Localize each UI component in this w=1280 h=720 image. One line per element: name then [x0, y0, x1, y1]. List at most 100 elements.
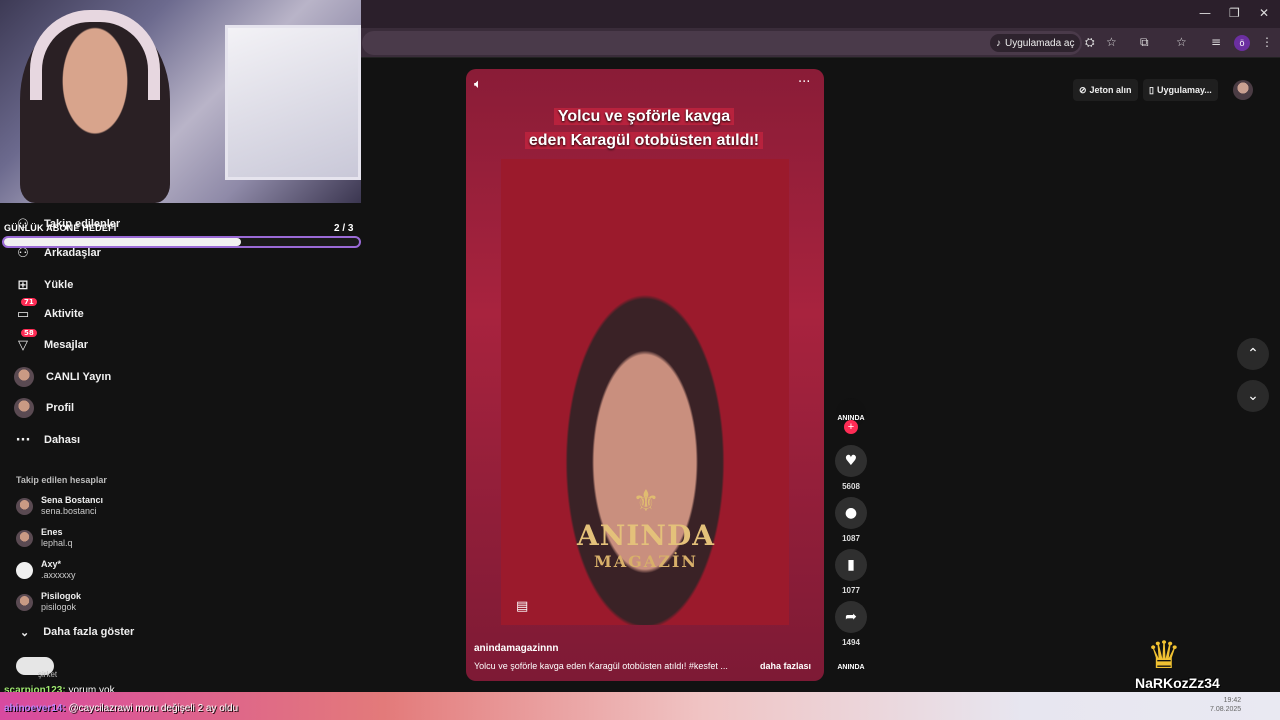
- crown-icon: ♛: [1147, 633, 1182, 677]
- open-in-app-label: Uygulamada aç: [1005, 37, 1075, 49]
- goal-label: GÜNLÜK ABONE HEDEFİ: [4, 223, 117, 233]
- like-action[interactable]: ♥ 5608: [835, 445, 867, 491]
- chevron-up-icon[interactable]: ⌃: [1237, 338, 1269, 370]
- nav-upload[interactable]: ⊞ Yükle: [14, 273, 74, 297]
- share-count: 1494: [842, 638, 860, 647]
- account-name: Sena Bostancı: [41, 495, 104, 505]
- chevron-down-icon: ⌄: [20, 627, 30, 639]
- nav-profile[interactable]: Profil: [14, 396, 74, 420]
- more-options-icon[interactable]: ···: [798, 75, 810, 90]
- heart-icon[interactable]: ♥: [835, 445, 867, 477]
- show-more-label: Daha fazla göster: [43, 626, 135, 638]
- get-app-label: Uygulamay...: [1156, 85, 1212, 95]
- share-icon[interactable]: ➦: [835, 601, 867, 633]
- aninda-logo: ⚜ ANINDA MAGAZİN: [566, 484, 726, 571]
- user-avatar[interactable]: [1233, 80, 1253, 100]
- like-count: 5608: [842, 482, 860, 491]
- show-more-button[interactable]: ⌄ Daha fazla göster: [20, 626, 134, 639]
- chat-user: ahinoever14:: [4, 703, 66, 714]
- following-account[interactable]: Sena Bostancı sena.bostanci: [16, 495, 103, 517]
- get-app-button[interactable]: ▯ Uygulamay...: [1143, 79, 1218, 101]
- tiktok-icon: ♪: [996, 37, 1001, 49]
- media-controls-icon[interactable]: ≡: [1211, 35, 1221, 49]
- bookmarks-icon[interactable]: ☆: [1176, 35, 1187, 49]
- nav-live[interactable]: CANLI Yayın: [14, 365, 111, 389]
- follow-plus-icon[interactable]: +: [844, 420, 858, 434]
- phoenix-icon: ⚜: [632, 485, 660, 518]
- account-handle: sena.bostanci: [41, 506, 97, 516]
- comment-action[interactable]: ● 1087: [835, 497, 867, 543]
- video-caption-line2: eden Karagül otobüsten atıldı!: [524, 132, 764, 149]
- clock-date: 7.08.2025: [1210, 706, 1242, 713]
- bookmark-icon[interactable]: ▮: [835, 549, 867, 581]
- nav-live-label: CANLI Yayın: [46, 371, 112, 383]
- coin-icon: ⊘: [1079, 84, 1087, 95]
- avatar: [16, 529, 33, 547]
- goal-count: 2 / 3: [334, 223, 354, 234]
- video-author[interactable]: anindamagazinnn: [474, 643, 558, 654]
- sound-disc[interactable]: ANINDA: [836, 656, 866, 678]
- avatar: [16, 561, 33, 579]
- activity-icon: ▭ 71: [14, 298, 37, 323]
- address-bar[interactable]: [362, 31, 1082, 55]
- nav-messages-label: Mesajlar: [44, 339, 89, 351]
- nav-more-label: Dahası: [44, 434, 81, 446]
- close-icon[interactable]: ✕: [1259, 6, 1269, 20]
- nav-messages[interactable]: ▽ 58 Mesajlar: [14, 329, 89, 357]
- following-account[interactable]: Enes lephal.q: [16, 527, 73, 549]
- video-description: Yolcu ve şoförle kavga eden Karagül otob…: [474, 661, 728, 671]
- headset-icon: [30, 10, 160, 100]
- following-section-title: Takip edilen hesaplar: [16, 475, 107, 485]
- account-handle: lephal.q: [41, 538, 73, 548]
- save-action[interactable]: ▮ 1077: [835, 549, 867, 595]
- nav-friends-label: Arkadaşlar: [44, 247, 101, 259]
- more-icon: ···: [15, 432, 31, 448]
- phone-icon: ▯: [1149, 84, 1154, 95]
- account-name: Axy*: [41, 559, 62, 569]
- save-count: 1077: [842, 586, 860, 595]
- avatar: [16, 497, 33, 515]
- open-in-app-button[interactable]: ♪ Uygulamada aç: [990, 34, 1081, 52]
- nav-more[interactable]: ··· Dahası: [14, 428, 81, 452]
- get-coins-button[interactable]: ⊘ Jeton alın: [1073, 79, 1138, 101]
- taskbar-clock[interactable]: 19:42 7.08.2025: [1210, 696, 1241, 714]
- show-more-description[interactable]: daha fazlası: [760, 661, 811, 671]
- chevron-down-icon[interactable]: ⌄: [1237, 380, 1269, 412]
- messages-badge: 58: [21, 329, 37, 337]
- account-name: Enes: [41, 527, 63, 537]
- account-handle: pisilogok: [41, 602, 77, 612]
- get-coins-label: Jeton alın: [1089, 85, 1132, 95]
- profile-icon: [14, 398, 34, 418]
- caption-toggle-icon[interactable]: ▤: [516, 599, 528, 614]
- upload-icon: ⊞: [17, 277, 29, 293]
- volume-icon[interactable]: 🔈︎: [474, 77, 482, 92]
- share-action[interactable]: ➦ 1494: [835, 601, 867, 647]
- restore-icon[interactable]: ❐: [1229, 6, 1240, 20]
- nav-activity[interactable]: ▭ 71 Aktivite: [14, 298, 84, 326]
- following-account[interactable]: Axy* .axxxxxy: [16, 559, 76, 581]
- browser-profile-avatar[interactable]: ö: [1234, 35, 1250, 51]
- logo-sub-text: MAGAZİN: [594, 552, 698, 571]
- translate-icon[interactable]: ⛭: [1085, 35, 1095, 50]
- kebab-menu-icon[interactable]: ⋮: [1261, 35, 1273, 49]
- minimize-icon[interactable]: —: [1199, 6, 1211, 20]
- bookmark-star-icon[interactable]: ☆: [1106, 35, 1117, 49]
- webcam-overlay: [0, 0, 361, 203]
- account-handle: .axxxxxy: [41, 570, 76, 580]
- activity-badge: 71: [21, 298, 37, 306]
- goal-progress-bar: [2, 236, 361, 248]
- following-account[interactable]: Pisilogok pisilogok: [16, 591, 81, 613]
- account-name: Pisilogok: [41, 591, 82, 601]
- live-icon: [14, 367, 34, 387]
- extensions-icon[interactable]: ⧉: [1140, 35, 1149, 50]
- logo-main-text: ANINDA: [576, 519, 715, 552]
- messages-icon: ▽ 58: [14, 329, 37, 354]
- comment-icon[interactable]: ●: [835, 497, 867, 529]
- chat-text: @caycilazrawi moru değişeli 2 ay oldu: [65, 703, 239, 714]
- webcam-monitor: [225, 25, 361, 180]
- streamer-name: NaRKozZz34: [1135, 675, 1220, 691]
- video-player[interactable]: Yolcu ve şoförle kavga eden Karagül otob…: [466, 69, 824, 681]
- nav-activity-label: Aktivite: [44, 308, 84, 320]
- chat-message: ahinoever14: @caycilazrawi moru değişeli…: [4, 703, 238, 714]
- chat-section-label: şirket: [38, 670, 58, 679]
